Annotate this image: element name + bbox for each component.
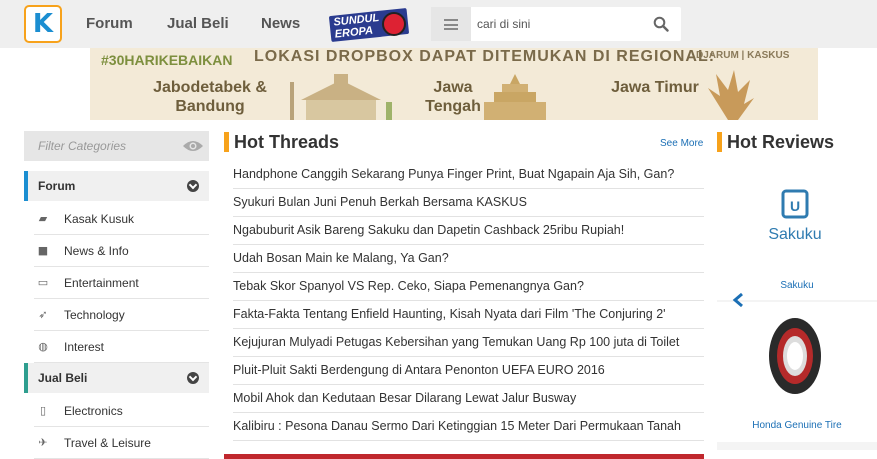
chevron-down-icon (187, 372, 199, 384)
sidebar-section-forum[interactable]: Forum (24, 171, 209, 201)
kaskus-logo[interactable]: K (24, 5, 62, 43)
hot-reviews-title: Hot Reviews (727, 132, 835, 152)
sidebar-item-label: News & Info (64, 244, 129, 258)
section-accent-bar (717, 132, 722, 152)
tire-image (769, 318, 821, 394)
sidebar-item-entertainment[interactable]: ▭ Entertainment (34, 267, 209, 299)
thread-link[interactable]: Tebak Skor Spanyol VS Rep. Ceko, Siapa P… (233, 273, 704, 301)
soccer-ball-icon (382, 12, 406, 36)
nav-news[interactable]: News (261, 15, 300, 32)
menu-icon (444, 18, 458, 30)
sidebar-item-kasak-kusuk[interactable]: ▰ Kasak Kusuk (34, 203, 209, 235)
review-card-sakuku[interactable]: U Sakuku Sakuku (717, 160, 877, 300)
top-header: K Forum Jual Beli News SUNDUL EROPA (0, 0, 877, 48)
plane-icon: ✈ (38, 436, 48, 449)
thread-link[interactable]: Kejujuran Mulyadi Petugas Kebersihan yan… (233, 329, 704, 357)
sidebar-item-interest[interactable]: ◍ Interest (34, 331, 209, 363)
review-name[interactable]: Sakuku (717, 280, 877, 291)
bottom-banner-edge (224, 454, 704, 459)
chevron-down-icon (187, 180, 199, 192)
palette-icon: ◍ (38, 340, 48, 353)
hot-threads-title: Hot Threads (234, 132, 340, 152)
sundul-eropa-badge[interactable]: SUNDUL EROPA (326, 6, 410, 43)
search-icon[interactable] (653, 16, 669, 32)
eye-icon[interactable] (182, 139, 204, 153)
sidebar-item-label: Technology (64, 308, 125, 322)
nav-jual-beli[interactable]: Jual Beli (167, 15, 229, 32)
thread-link[interactable]: Syukuri Bulan Juni Penuh Berkah Bersama … (233, 189, 704, 217)
banner-headline: LOKASI DROPBOX DAPAT DITEMUKAN DI REGION… (254, 48, 716, 65)
see-more-link[interactable]: See More (660, 138, 703, 149)
kaskus-logo-glyph: K (32, 9, 54, 39)
sidebar-item-travel-leisure[interactable]: ✈ Travel & Leisure (34, 427, 209, 459)
dropbox-banner[interactable]: #30HARIKEBAIKAN LOKASI DROPBOX DAPAT DIT… (90, 48, 818, 120)
dancer-illustration (708, 70, 754, 120)
review-card-honda-tire[interactable]: Honda Genuine Tire (717, 302, 877, 442)
sidebar-item-label: Travel & Leisure (64, 436, 151, 450)
sidebar-item-news-info[interactable]: ■ News & Info (34, 235, 209, 267)
banner-hashtag: #30HARIKEBAIKAN (101, 52, 233, 68)
thread-link[interactable]: Udah Bosan Main ke Malang, Ya Gan? (233, 245, 704, 273)
sidebar-item-electronics[interactable]: ▯ Electronics (34, 395, 209, 427)
thread-link[interactable]: Pluit-Pluit Sakti Berdengung di Antara P… (233, 357, 704, 385)
filter-categories-input[interactable] (38, 139, 178, 153)
search-category-button[interactable] (431, 7, 471, 41)
palace-illustration (290, 74, 392, 120)
svg-text:U: U (790, 198, 800, 214)
banner-region-1: Jabodetabek & Bandung (153, 79, 267, 115)
sakuku-logo-text: Sakuku (768, 226, 821, 243)
sidebar-item-technology[interactable]: ➶ Technology (34, 299, 209, 331)
rocket-icon: ➶ (38, 308, 48, 321)
briefcase-icon: ■ (37, 244, 49, 257)
sidebar-item-label: Interest (64, 340, 105, 354)
sidebar-item-label: Electronics (64, 404, 123, 418)
sidebar-section-jual-beli[interactable]: Jual Beli (24, 363, 209, 393)
nav-forum[interactable]: Forum (86, 15, 133, 32)
banner-sponsor: DJARUM | KASKUS (696, 50, 790, 61)
chevron-left-icon[interactable] (731, 292, 747, 308)
sidebar-item-label: Entertainment (64, 276, 139, 290)
thread-link[interactable]: Ngabuburit Asik Bareng Sakuku dan Dapeti… (233, 217, 704, 245)
search-input[interactable] (477, 14, 637, 34)
thread-link[interactable]: Mobil Ahok dan Kedutaan Besar Dilarang L… (233, 385, 704, 413)
temple-illustration (484, 74, 546, 120)
sidebar-section-label: Jual Beli (38, 371, 88, 385)
sakuku-logo: U Sakuku (755, 177, 835, 257)
section-accent-bar (224, 132, 229, 152)
thread-link[interactable]: Handphone Canggih Sekarang Punya Finger … (233, 161, 704, 189)
search-bar (431, 7, 681, 41)
tv-icon: ▭ (37, 276, 49, 289)
filter-categories (24, 131, 209, 161)
review-name[interactable]: Honda Genuine Tire (717, 420, 877, 431)
chat-icon: ▰ (38, 212, 48, 225)
thread-link[interactable]: Kalibiru : Pesona Danau Sermo Dari Ketin… (233, 413, 704, 441)
thread-link[interactable]: Fakta-Fakta Tentang Enfield Haunting, Ki… (233, 301, 704, 329)
banner-region-3: Jawa Timur (611, 79, 699, 96)
phone-icon: ▯ (39, 404, 47, 417)
sidebar-item-label: Kasak Kusuk (64, 212, 135, 226)
sidebar-section-label: Forum (38, 179, 76, 193)
